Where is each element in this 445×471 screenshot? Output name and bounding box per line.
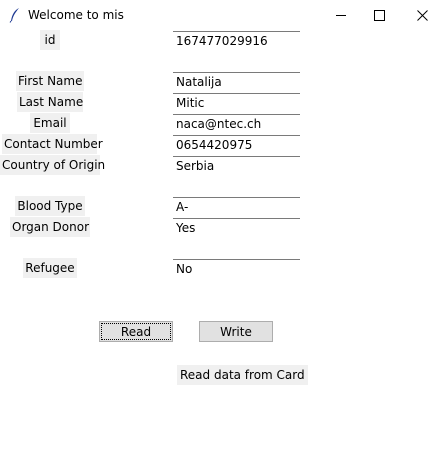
maximize-icon	[373, 9, 385, 21]
organ-donor-label: Organ Donor	[10, 217, 90, 237]
id-input[interactable]: 167477029916	[173, 31, 300, 50]
contact-number-label: Contact Number	[2, 134, 103, 154]
blood-type-label: Blood Type	[15, 196, 85, 216]
feather-icon	[9, 8, 19, 23]
country-of-origin-input[interactable]: Serbia	[173, 156, 300, 175]
status-label: Read data from Card	[177, 365, 308, 385]
email-input[interactable]: naca@ntec.ch	[173, 114, 300, 133]
first-name-label: First Name	[16, 71, 84, 91]
refugee-label: Refugee	[23, 258, 77, 278]
maximize-button[interactable]	[356, 0, 402, 30]
title-bar[interactable]: Welcome to mis	[0, 0, 445, 30]
refugee-input[interactable]: No	[173, 259, 300, 278]
write-button[interactable]: Write	[199, 321, 273, 342]
window-title: Welcome to mis	[28, 8, 124, 22]
id-label: id	[40, 30, 60, 50]
read-button[interactable]: Read	[99, 321, 173, 342]
close-button[interactable]	[399, 0, 445, 30]
country-of-origin-label: Country of Origin	[0, 155, 105, 175]
last-name-input[interactable]: Mitic	[173, 93, 300, 112]
close-icon	[416, 9, 428, 21]
contact-number-input[interactable]: 0654420975	[173, 135, 300, 154]
minimize-icon	[336, 14, 346, 16]
last-name-label: Last Name	[17, 92, 83, 112]
email-label: Email	[30, 113, 70, 133]
organ-donor-input[interactable]: Yes	[173, 218, 300, 237]
first-name-input[interactable]: Natalija	[173, 72, 300, 91]
blood-type-input[interactable]: A-	[173, 197, 300, 216]
